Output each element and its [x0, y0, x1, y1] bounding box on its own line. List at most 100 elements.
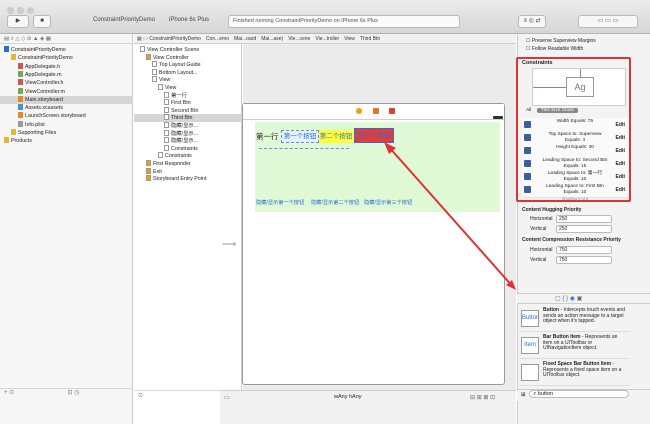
toggle-outline-icon[interactable]: ▭ — [224, 394, 230, 401]
jump-bar-item[interactable]: Vie...troller — [315, 34, 339, 44]
m-file-icon — [18, 70, 23, 77]
library-item[interactable]: Button Button - Intercepts touch events a… — [519, 306, 629, 332]
size-class-selector[interactable]: wAny hAny — [334, 394, 362, 400]
outline-node-icon — [152, 76, 157, 83]
outline-node-icon — [164, 144, 169, 151]
stop-button[interactable]: ■ — [33, 15, 51, 28]
run-button[interactable]: ▶ — [7, 15, 29, 28]
constraint-filter-tabs[interactable]: All This Size Class — [522, 108, 628, 115]
navigator-item[interactable]: Main.storyboard — [0, 95, 133, 104]
constraint-edit-button[interactable]: Edit — [616, 135, 625, 141]
stop-icon: ■ — [40, 18, 44, 24]
m-file-icon — [18, 87, 23, 94]
navigator-item[interactable]: ViewController.m — [0, 87, 133, 96]
exit-icon[interactable] — [389, 108, 395, 114]
navigation-arrows-icon[interactable]: ▦ ‹ › — [134, 36, 148, 42]
navigator-item-label: Assets.xcassets — [25, 105, 63, 112]
navigator-tabs[interactable]: ▤ ⌕ △ ◇ ⊘ ▲ ◈ ▦ — [0, 34, 133, 44]
constraints-title: Constraints — [522, 60, 553, 66]
navigator-item[interactable]: LaunchScreen.storyboard — [0, 112, 133, 120]
library-item[interactable]: Fixed Space Bar Button Item - Represents… — [519, 360, 629, 386]
constraint-preview: Ag — [532, 68, 626, 106]
readable-width-checkbox[interactable]: ☐ Follow Readable Width — [526, 46, 583, 52]
compression-horizontal-select[interactable]: 750 — [556, 246, 612, 254]
top-guide-line — [580, 69, 581, 77]
leading-guide-line — [533, 87, 566, 88]
minimize-window-button[interactable] — [17, 7, 24, 14]
entry-arrow-icon: ⟶ — [222, 239, 237, 250]
zoom-window-button[interactable] — [27, 7, 34, 14]
constraint-icon — [524, 173, 531, 180]
constraint-edit-button[interactable]: Edit — [616, 148, 625, 154]
layout-tools-icon[interactable]: ⊟ ⊞ ⊠ ⊡ — [470, 394, 495, 401]
plist-file-icon — [18, 120, 23, 127]
library-item[interactable]: Item Bar Button Item - Represents an item… — [519, 333, 629, 359]
outline-item-label: Third Btn — [171, 115, 193, 122]
constraint-edit-button[interactable]: Edit — [616, 161, 625, 167]
first-responder-icon[interactable] — [373, 108, 379, 114]
view-controller-icon[interactable] — [356, 108, 362, 114]
hugging-vertical-select[interactable]: 250 — [556, 225, 612, 233]
library-tabs[interactable]: ▢ { } ◉ ▣ — [517, 293, 650, 304]
jump-bar-item[interactable]: Mai...ase) — [261, 34, 283, 44]
asset-file-icon — [18, 104, 23, 111]
view-toggle-button[interactable]: ▭ ▭ ▭ — [578, 15, 638, 28]
jump-bar-item[interactable]: Con...emo — [206, 34, 229, 44]
library-search-input[interactable]: ⌕ button — [529, 390, 630, 398]
preserve-margins-checkbox[interactable]: ☐ Preserve Superview Margins — [526, 38, 596, 44]
project-file-icon — [4, 46, 9, 52]
navigator-item[interactable]: ConstraintPriorityDemo — [0, 54, 133, 62]
outline-item[interactable]: Storyboard Entry Point — [134, 175, 242, 183]
jump-bar[interactable]: ▦ ‹ › ConstraintPriorityDemo Con...emo Mai… — [134, 34, 516, 44]
compression-vertical-select[interactable]: 750 — [556, 256, 612, 264]
second-button[interactable]: 第二个按钮 — [319, 130, 353, 143]
compression-vertical-label: Vertical — [530, 257, 547, 263]
filter-size-class-tab[interactable]: This Size Class — [536, 108, 578, 113]
close-window-button[interactable] — [7, 7, 14, 14]
navigator-item[interactable]: Products — [0, 137, 133, 145]
device-selector[interactable]: iPhone 6s Plus — [166, 15, 226, 28]
editor-mode-button[interactable]: ≡ ◎ ⇄ — [518, 15, 546, 28]
constraint-description: Leading Space to: First Btn Equals: 10 — [546, 184, 604, 195]
navigator-item[interactable]: Supporting Files — [0, 129, 133, 137]
outline-node-icon — [146, 53, 151, 60]
outline-item-label: Storyboard Entry Point — [153, 176, 207, 183]
jump-bar-item[interactable]: Mai...oard — [234, 34, 256, 44]
compression-horizontal-label: Horizontal — [530, 247, 553, 253]
first-button[interactable]: 第一个按钮 — [281, 130, 319, 143]
outline-node-icon — [152, 68, 157, 75]
preview-label: Ag — [566, 77, 594, 97]
jump-bar-item[interactable]: Vie...cene — [288, 34, 310, 44]
toggle-first-button[interactable]: 隐藏/显示第一个按钮 — [256, 199, 304, 206]
navigator-item[interactable]: Assets.xcassets — [0, 104, 133, 112]
navigator-item[interactable]: AppDelegate.m — [0, 70, 133, 79]
navigator-item[interactable]: ConstraintPriorityDemo — [0, 46, 133, 54]
navigator-filter-bar[interactable]: + ⊙ ⊡ ◷ — [0, 388, 133, 397]
constraint-edit-button[interactable]: Edit — [616, 174, 625, 180]
navigator-item-label: Supporting Files — [18, 130, 57, 136]
outline-item-label: Exit — [153, 168, 162, 175]
hugging-horizontal-select[interactable]: 250 — [556, 215, 612, 223]
constraint-description: Width Equals: 75 — [556, 119, 594, 124]
jump-bar-item[interactable]: View — [344, 34, 355, 44]
constraint-edit-button[interactable]: Edit — [616, 122, 625, 128]
jump-bar-item[interactable]: ConstraintPriorityDemo — [149, 34, 201, 44]
navigator-item[interactable]: Info.plist — [0, 120, 133, 129]
scene-dock — [243, 104, 504, 120]
scheme-selector[interactable]: ConstraintPriorityDemo — [90, 15, 168, 28]
constraint-edit-button[interactable]: Edit — [616, 187, 625, 193]
showing-count: Showing 6 of 6 — [561, 196, 589, 201]
row-label[interactable]: 第一行 — [256, 131, 279, 142]
outline-item-label: First Btn — [171, 100, 191, 107]
navigator-item[interactable]: ViewController.h — [0, 79, 133, 87]
navigator-item[interactable]: AppDelegate.h — [0, 62, 133, 71]
jump-bar-item[interactable]: Third Btn — [360, 34, 380, 44]
grid-view-icon[interactable]: ⊞ — [521, 392, 526, 398]
hugging-title: Content Hugging Priority — [522, 207, 582, 213]
outline-item-label: Bottom Layout... — [159, 69, 198, 76]
constraint-icon — [524, 134, 531, 141]
filter-all-tab[interactable]: All — [522, 108, 535, 113]
toggle-second-button[interactable]: 隐藏/显示第二个按钮 — [311, 199, 359, 206]
object-library-icon[interactable]: ◉ — [570, 296, 575, 302]
constraint-guide-line — [259, 148, 349, 149]
